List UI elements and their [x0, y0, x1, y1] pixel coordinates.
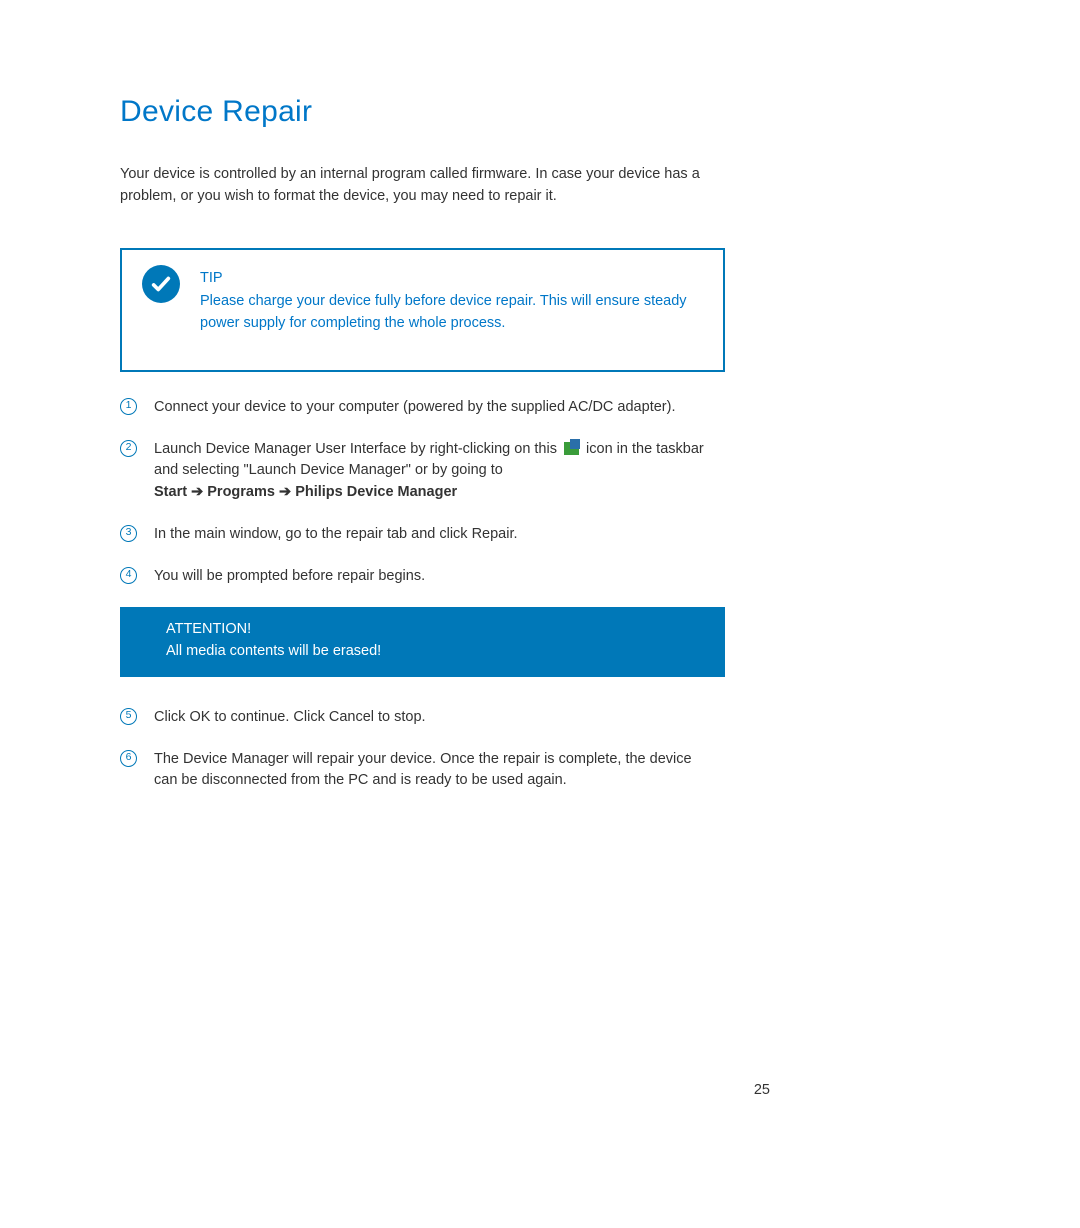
- step-text: Connect your device to your computer (po…: [154, 397, 675, 419]
- tip-content: TIP Please charge your device fully befo…: [200, 268, 703, 335]
- step-item: 4 You will be prompted before repair beg…: [120, 566, 965, 588]
- tip-callout: TIP Please charge your device fully befo…: [120, 248, 725, 372]
- device-manager-tray-icon: [564, 442, 579, 455]
- steps-list-continued: 5 Click OK to continue. Click Cancel to …: [120, 707, 965, 792]
- path-segment: Philips Device Manager: [295, 484, 457, 500]
- step-item: 6 The Device Manager will repair your de…: [120, 749, 965, 793]
- page-content: Device Repair Your device is controlled …: [0, 0, 1080, 792]
- attention-label: ATTENTION!: [166, 619, 709, 641]
- step-text: You will be prompted before repair begin…: [154, 566, 425, 588]
- step-text: The Device Manager will repair your devi…: [154, 749, 714, 793]
- menu-path: Start ➔ Programs ➔ Philips Device Manage…: [154, 484, 457, 500]
- step-text-fragment: Launch Device Manager User Interface by …: [154, 441, 561, 457]
- step-text: Launch Device Manager User Interface by …: [154, 439, 714, 504]
- tip-text: Please charge your device fully before d…: [200, 293, 687, 331]
- attention-callout: ATTENTION! All media contents will be er…: [120, 607, 725, 677]
- arrow-icon: ➔: [279, 484, 291, 500]
- step-number-icon: 2: [120, 440, 137, 457]
- step-item: 5 Click OK to continue. Click Cancel to …: [120, 707, 965, 729]
- checkmark-icon: [142, 265, 180, 303]
- tip-label: TIP: [200, 268, 703, 290]
- page-number: 25: [754, 1082, 770, 1098]
- step-item: 1 Connect your device to your computer (…: [120, 397, 965, 419]
- step-number-icon: 5: [120, 708, 137, 725]
- step-number-icon: 1: [120, 398, 137, 415]
- arrow-icon: ➔: [191, 484, 203, 500]
- step-number-icon: 6: [120, 750, 137, 767]
- step-text: Click OK to continue. Click Cancel to st…: [154, 707, 426, 729]
- intro-paragraph: Your device is controlled by an internal…: [120, 164, 720, 208]
- attention-text: All media contents will be erased!: [166, 643, 381, 659]
- page-title: Device Repair: [120, 95, 965, 129]
- step-number-icon: 4: [120, 567, 137, 584]
- step-text: In the main window, go to the repair tab…: [154, 524, 518, 546]
- path-segment: Programs: [207, 484, 275, 500]
- step-item: 2 Launch Device Manager User Interface b…: [120, 439, 965, 504]
- step-item: 3 In the main window, go to the repair t…: [120, 524, 965, 546]
- step-number-icon: 3: [120, 525, 137, 542]
- path-segment: Start: [154, 484, 187, 500]
- steps-list: 1 Connect your device to your computer (…: [120, 397, 965, 588]
